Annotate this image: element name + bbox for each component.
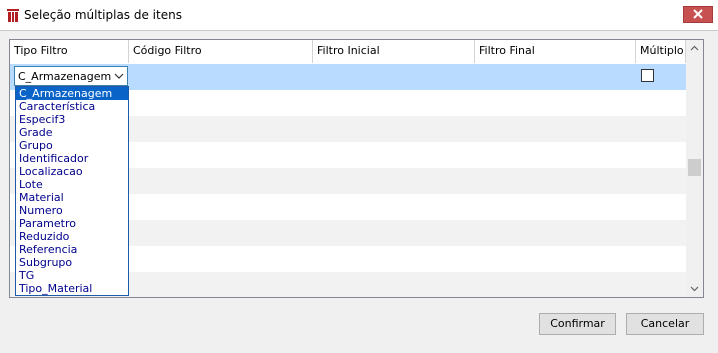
multiplo-checkbox[interactable]: [641, 69, 654, 82]
dropdown-option-tg[interactable]: TG: [16, 269, 128, 282]
dropdown-option-grupo[interactable]: Grupo: [16, 139, 128, 152]
close-icon: [693, 9, 703, 19]
dropdown-option-reduzido[interactable]: Reduzido: [16, 230, 128, 243]
dropdown-option-grade[interactable]: Grade: [16, 126, 128, 139]
window-title: Seleção múltiplas de itens: [24, 8, 182, 22]
title-bar: Seleção múltiplas de itens: [0, 0, 718, 30]
grid-header: Tipo Filtro Código Filtro Filtro Inicial…: [10, 40, 686, 65]
tipo-filtro-dropdown-list[interactable]: C_Armazenagem Característica Especif3 Gr…: [15, 86, 129, 296]
tipo-filtro-value: C_Armazenagem: [18, 70, 112, 83]
column-header-multiplo[interactable]: Múltiplo: [636, 40, 686, 63]
tipo-filtro-combobox[interactable]: C_Armazenagem: [14, 66, 128, 86]
scrollbar-thumb[interactable]: [688, 159, 701, 176]
filter-grid[interactable]: Tipo Filtro Código Filtro Filtro Inicial…: [9, 39, 704, 298]
column-header-tipo-filtro[interactable]: Tipo Filtro: [10, 40, 129, 63]
dropdown-option-numero[interactable]: Numero: [16, 204, 128, 217]
dropdown-option-caracteristica[interactable]: Característica: [16, 100, 128, 113]
dropdown-option-identificador[interactable]: Identificador: [16, 152, 128, 165]
confirm-button[interactable]: Confirmar: [539, 313, 616, 335]
column-header-filtro-inicial[interactable]: Filtro Inicial: [313, 40, 475, 63]
dropdown-option-lote[interactable]: Lote: [16, 178, 128, 191]
column-header-filtro-final[interactable]: Filtro Final: [475, 40, 636, 63]
close-button[interactable]: [683, 6, 713, 23]
dropdown-option-material[interactable]: Material: [16, 191, 128, 204]
app-logo-icon: [5, 7, 21, 23]
chevron-up-icon[interactable]: [686, 40, 703, 57]
dropdown-option-localizacao[interactable]: Localizacao: [16, 165, 128, 178]
dropdown-option-c-armazenagem[interactable]: C_Armazenagem: [16, 87, 128, 100]
chevron-down-icon[interactable]: [686, 280, 703, 297]
vertical-scrollbar[interactable]: [686, 40, 703, 297]
cancel-button[interactable]: Cancelar: [626, 313, 704, 335]
dropdown-option-subgrupo[interactable]: Subgrupo: [16, 256, 128, 269]
dropdown-option-parametro[interactable]: Parametro: [16, 217, 128, 230]
chevron-down-icon[interactable]: [114, 71, 124, 81]
dropdown-option-especif3[interactable]: Especif3: [16, 113, 128, 126]
dropdown-option-referencia[interactable]: Referencia: [16, 243, 128, 256]
column-header-codigo-filtro[interactable]: Código Filtro: [129, 40, 313, 63]
dropdown-option-tipo-material[interactable]: Tipo_Material: [16, 282, 128, 295]
